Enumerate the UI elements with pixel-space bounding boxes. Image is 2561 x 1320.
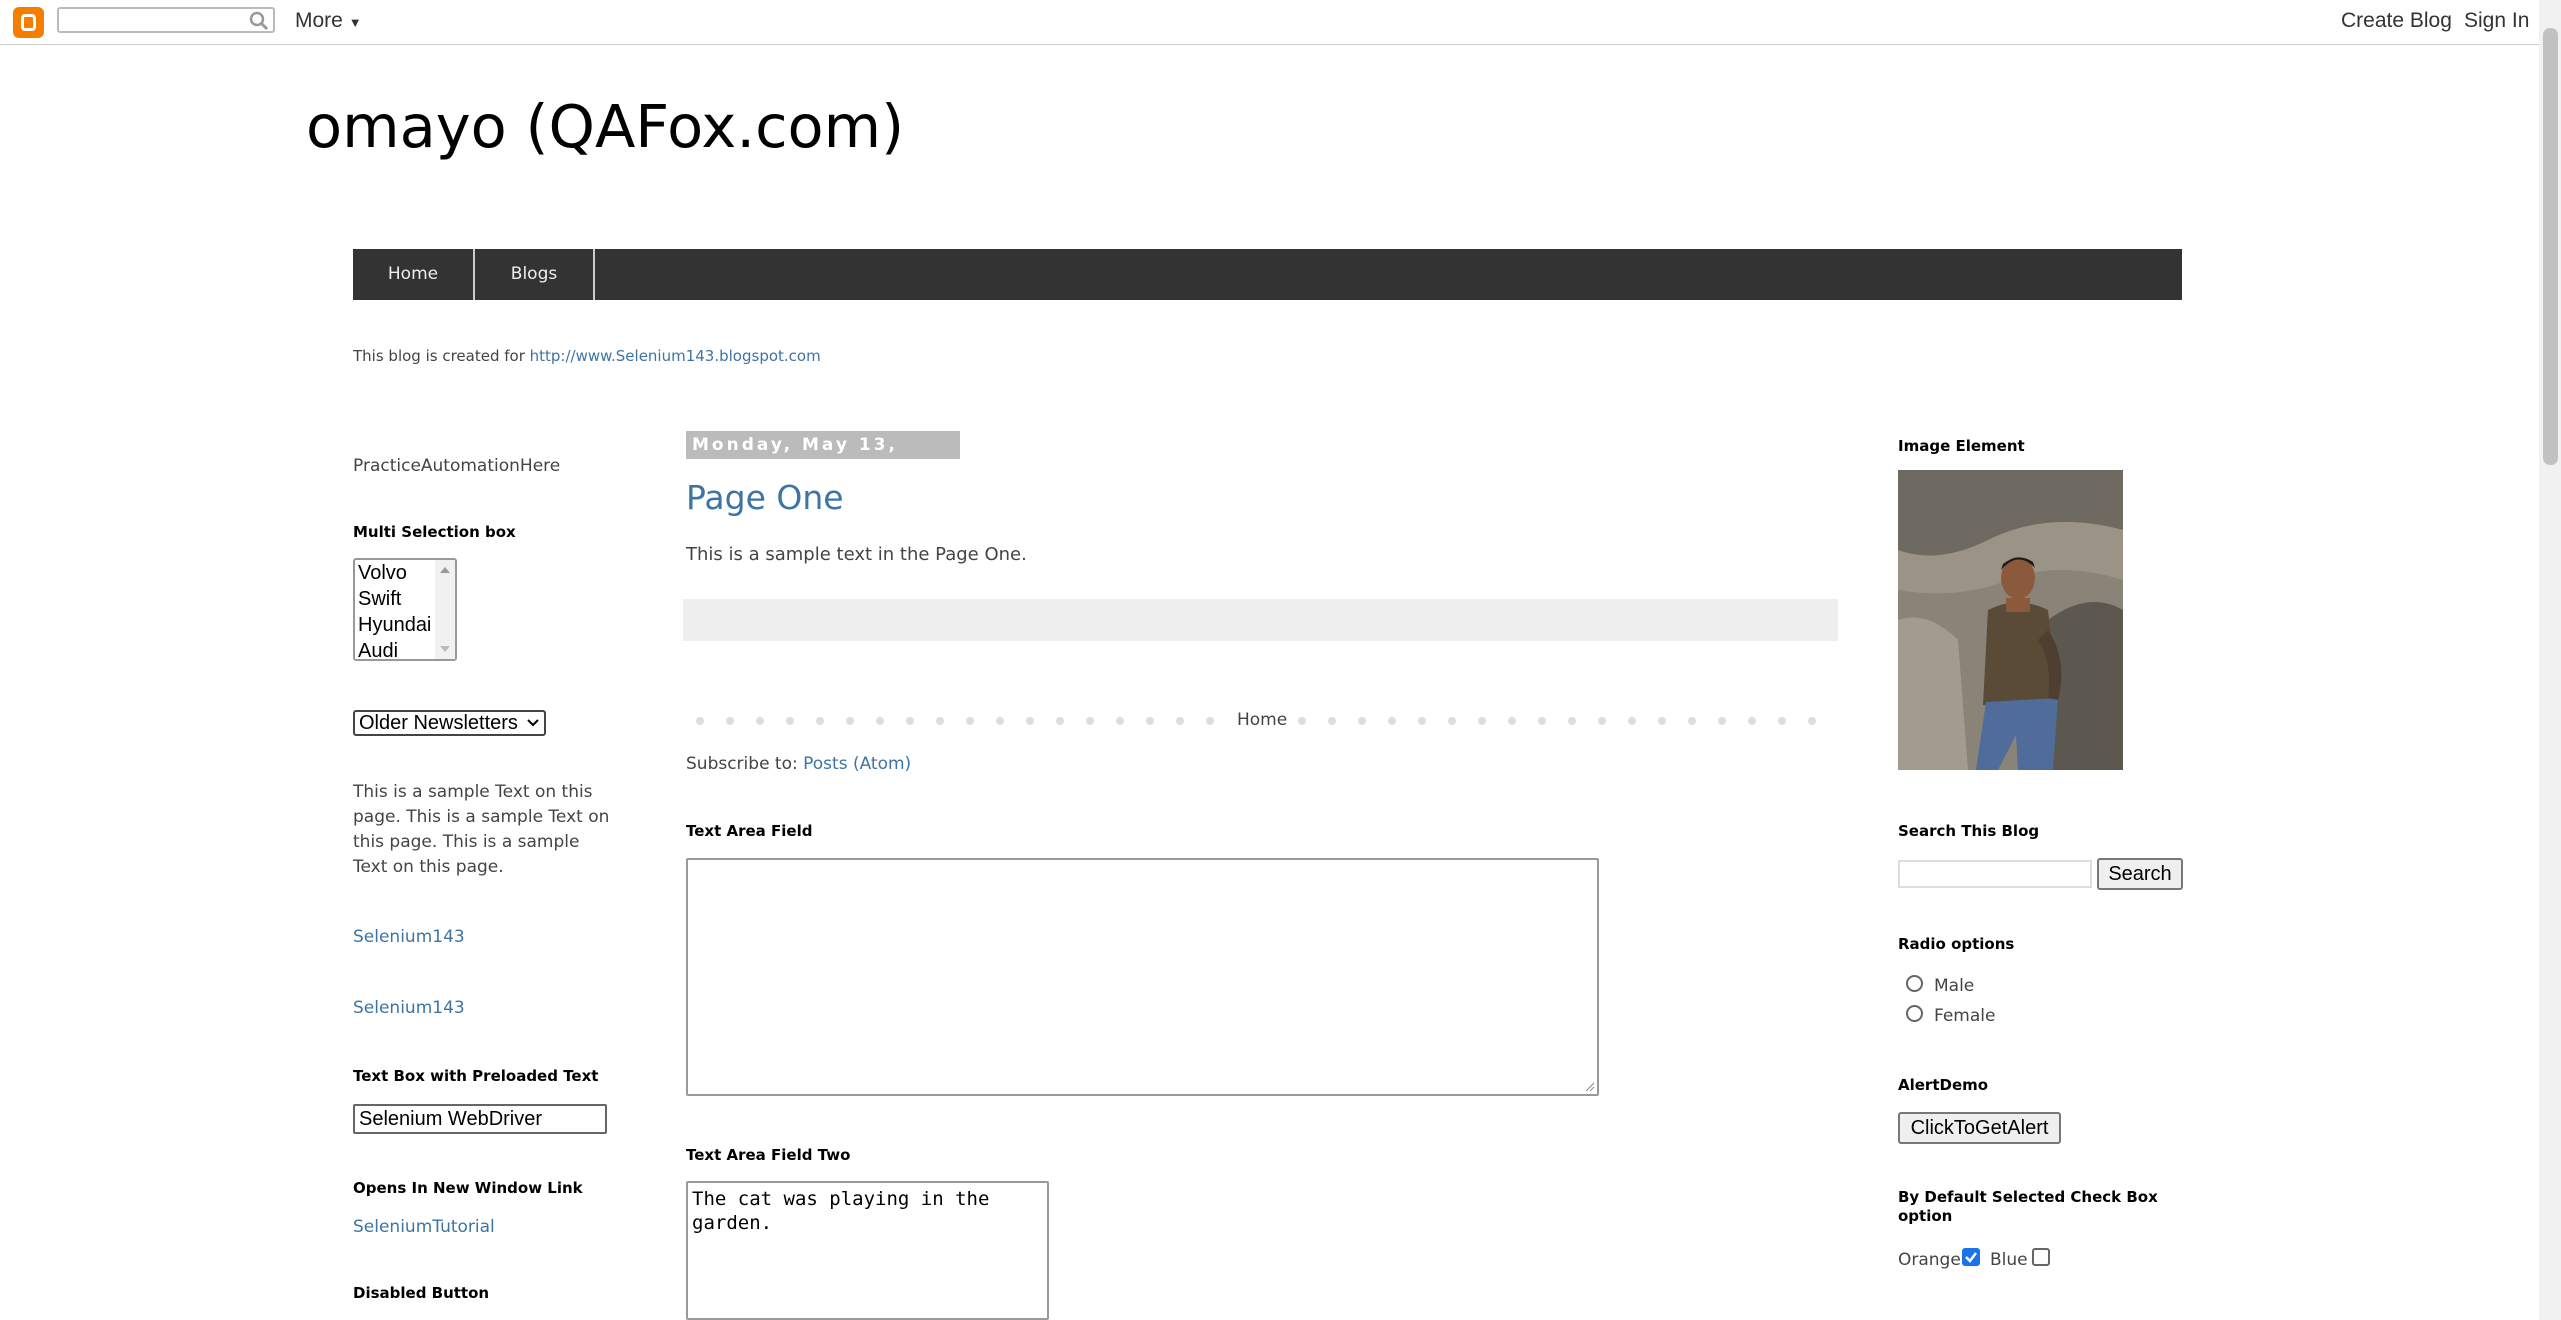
- post-title[interactable]: Page One: [686, 478, 844, 517]
- navbar-search-input[interactable]: [57, 7, 275, 33]
- checkbox-orange[interactable]: [1962, 1248, 1980, 1266]
- text-area-field-two[interactable]: The cat was playing in the garden.: [686, 1181, 1049, 1320]
- date-header: Monday, May 13, 2013: [686, 431, 960, 483]
- posts-atom-link[interactable]: Posts (Atom): [803, 754, 911, 774]
- multi-select-title: Multi Selection box: [353, 523, 516, 541]
- description-link[interactable]: http://www.Selenium143.blogspot.com: [530, 347, 821, 365]
- page-tabs: Home Blogs: [353, 249, 2182, 300]
- checkbox-blue[interactable]: [2032, 1248, 2050, 1266]
- sign-in-link[interactable]: Sign In: [2464, 9, 2529, 33]
- disabled-button-title: Disabled Button: [353, 1284, 490, 1302]
- search-button[interactable]: Search: [2097, 858, 2183, 890]
- preloaded-text-input[interactable]: Selenium WebDriver: [353, 1104, 607, 1134]
- selenium143-link-2[interactable]: Selenium143: [353, 998, 465, 1018]
- post-body: This is a sample text in the Page One.: [686, 544, 1027, 565]
- pager-home-link[interactable]: Home: [1237, 710, 1287, 730]
- listbox-scrollbar[interactable]: [435, 560, 455, 659]
- chevron-down-icon: [527, 719, 539, 727]
- blog-title[interactable]: omayo (QAFox.com): [306, 92, 904, 161]
- text-area-field[interactable]: [686, 858, 1599, 1096]
- subscribe-text: Subscribe to:: [686, 754, 804, 774]
- selenium143-link-1[interactable]: Selenium143: [353, 927, 465, 947]
- textarea-two-title: Text Area Field Two: [686, 1146, 851, 1164]
- dropdown-value: Older Newsletters: [359, 712, 518, 734]
- caret-down-icon: ▼: [348, 15, 362, 30]
- scrollbar-thumb[interactable]: [2543, 28, 2558, 465]
- radio-female[interactable]: [1906, 1005, 1923, 1022]
- radio-male-label: Male: [1934, 976, 1975, 996]
- image-element-title: Image Element: [1898, 437, 2025, 455]
- blog-description: This blog is created for http://www.Sele…: [353, 347, 821, 365]
- scroll-down-icon[interactable]: [440, 646, 450, 652]
- new-window-title: Opens In New Window Link: [353, 1179, 583, 1197]
- checkbox-title: By Default Selected Check Box option: [1898, 1188, 2158, 1225]
- description-text: This blog is created for: [353, 347, 530, 365]
- alert-demo-title: AlertDemo: [1898, 1076, 1989, 1094]
- radio-options-title: Radio options: [1898, 935, 2015, 953]
- sample-text: This is a sample Text on this page. This…: [353, 782, 610, 877]
- blog-search-input[interactable]: [1898, 860, 2092, 888]
- tab-blogs[interactable]: Blogs: [475, 249, 595, 300]
- practice-text: PracticeAutomationHere: [353, 456, 561, 476]
- more-label: More: [295, 9, 343, 32]
- blogger-navbar: More ▼ Create Blog Sign In: [0, 0, 2561, 45]
- selenium-tutorial-link[interactable]: SeleniumTutorial: [353, 1217, 495, 1237]
- profile-photo: [1898, 470, 2123, 770]
- blogger-logo-icon[interactable]: [13, 7, 44, 38]
- more-menu[interactable]: More ▼: [295, 9, 362, 33]
- resize-handle-icon[interactable]: [1585, 1082, 1595, 1092]
- newsletter-dropdown[interactable]: Older Newsletters: [353, 710, 546, 736]
- post-footer: [683, 599, 1838, 641]
- preloaded-text-title: Text Box with Preloaded Text: [353, 1067, 599, 1085]
- search-icon[interactable]: [248, 10, 270, 32]
- textarea-title: Text Area Field: [686, 822, 813, 840]
- checkmark-icon: [1965, 1252, 1977, 1263]
- click-to-get-alert-button[interactable]: ClickToGetAlert: [1898, 1112, 2061, 1144]
- tab-home[interactable]: Home: [353, 249, 475, 300]
- radio-male[interactable]: [1906, 975, 1923, 992]
- multi-select-listbox[interactable]: Volvo Swift Hyundai Audi: [353, 558, 457, 661]
- checkbox-orange-label: Orange: [1898, 1250, 1961, 1270]
- checkbox-blue-label: Blue: [1990, 1250, 2028, 1270]
- radio-female-label: Female: [1934, 1006, 1996, 1026]
- scroll-up-icon[interactable]: [440, 567, 450, 573]
- create-blog-link[interactable]: Create Blog: [2341, 9, 2452, 33]
- search-blog-title: Search This Blog: [1898, 822, 2040, 840]
- subscribe-line: Subscribe to: Posts (Atom): [686, 754, 911, 774]
